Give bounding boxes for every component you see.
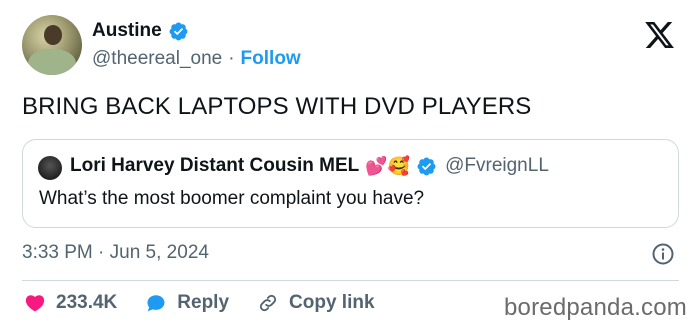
- info-icon[interactable]: [651, 242, 675, 266]
- watermark: boredpanda.com: [504, 294, 687, 321]
- actions-divider: [22, 280, 679, 281]
- quoted-verified-badge-icon: [417, 157, 436, 175]
- actions-bar: 233.4K Reply Copy link: [24, 292, 403, 314]
- quoted-tweet-card[interactable]: Lori Harvey Distant Cousin MEL 💕🥰 @Fvrei…: [22, 139, 679, 228]
- reply-button[interactable]: Reply: [145, 292, 229, 314]
- handle-separator: ·: [228, 48, 235, 69]
- copy-link-button[interactable]: Copy link: [257, 292, 375, 314]
- tweet-timestamp[interactable]: 3:33 PM · Jun 5, 2024: [22, 242, 209, 264]
- author-name-row: Austine: [92, 20, 189, 42]
- heart-icon: [25, 295, 45, 312]
- reply-bubble-icon: [147, 295, 165, 312]
- tweet-text: BRING BACK LAPTOPS WITH DVD PLAYERS: [22, 93, 532, 120]
- like-count: 233.4K: [56, 292, 118, 313]
- verified-badge-icon: [169, 22, 188, 40]
- follow-button[interactable]: Follow: [241, 48, 301, 70]
- quoted-tweet-text: What’s the most boomer complaint you hav…: [39, 188, 425, 209]
- copy-link-label: Copy link: [289, 292, 375, 313]
- link-icon: [259, 294, 277, 312]
- quoted-author-row: Lori Harvey Distant Cousin MEL 💕🥰 @Fvrei…: [70, 155, 549, 177]
- quoted-author-emojis: 💕🥰: [365, 156, 411, 176]
- author-avatar[interactable]: [22, 15, 82, 75]
- avatar-head: [44, 25, 62, 45]
- quoted-author-handle: @FvreignLL: [445, 155, 549, 176]
- quoted-author-name: Lori Harvey Distant Cousin MEL: [70, 155, 360, 176]
- avatar-shirt: [28, 49, 76, 75]
- author-handle[interactable]: @theereal_one: [92, 48, 222, 70]
- like-button[interactable]: 233.4K: [24, 292, 117, 314]
- x-logo-icon[interactable]: [642, 19, 677, 51]
- author-name[interactable]: Austine: [92, 20, 162, 42]
- reply-label: Reply: [177, 292, 230, 313]
- author-handle-row: @theereal_one · Follow: [92, 48, 301, 70]
- quoted-author-avatar: [38, 156, 62, 180]
